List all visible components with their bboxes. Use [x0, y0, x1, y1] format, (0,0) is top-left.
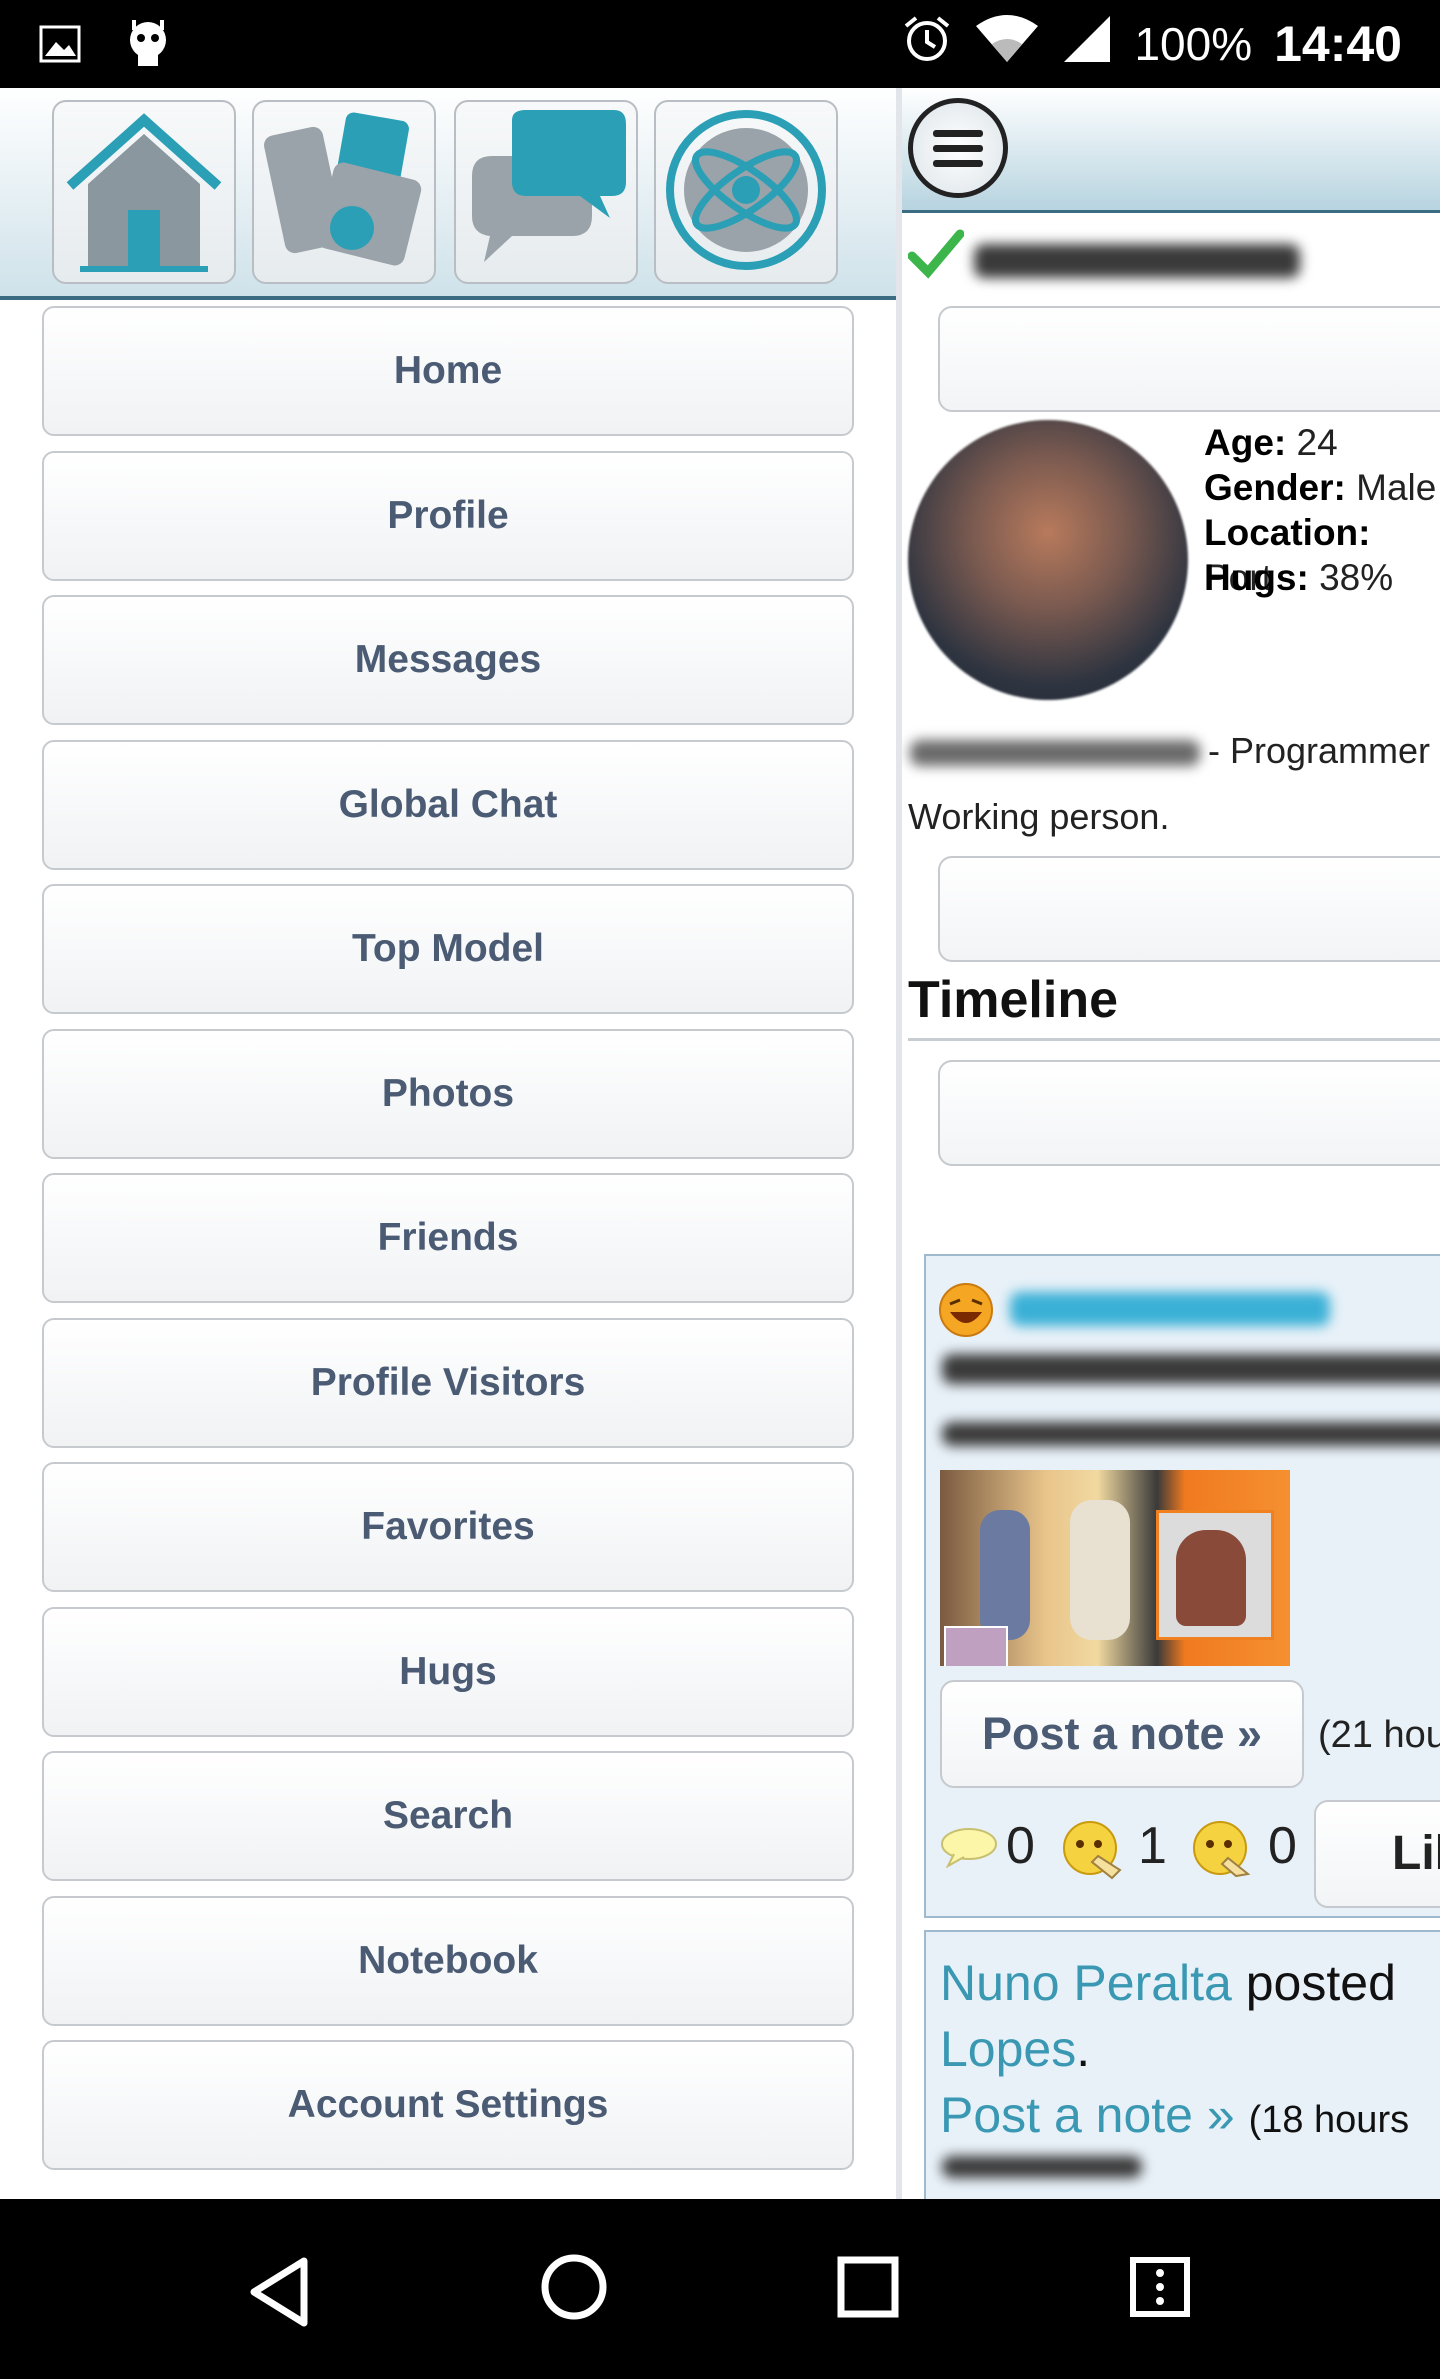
- content-header: [902, 88, 1440, 213]
- games-icon: [260, 106, 428, 279]
- like-button[interactable]: Lil: [1314, 1800, 1440, 1908]
- hamburger-menu-icon[interactable]: [908, 98, 1008, 198]
- timeline-post: Nuno Peralta posted Lopes. Post a note »…: [924, 1930, 1440, 2199]
- menu-item-account-settings[interactable]: Account Settings: [42, 2040, 854, 2170]
- hugs-value: 38%: [1308, 557, 1394, 598]
- recents-icon[interactable]: [836, 2255, 900, 2324]
- post-image[interactable]: [940, 1470, 1290, 1666]
- timeline-divider: [908, 1038, 1440, 1041]
- post-time: (21 hou: [1318, 1714, 1440, 1756]
- system-navigation-bar: [0, 2199, 1440, 2379]
- back-icon[interactable]: [248, 2257, 312, 2332]
- menu-item-friends[interactable]: Friends: [42, 1173, 854, 1303]
- post-author-redacted: [1010, 1292, 1330, 1326]
- menu-item-top-model[interactable]: Top Model: [42, 884, 854, 1014]
- post-activity-text: Nuno Peralta posted Lopes. Post a note »…: [940, 1955, 1410, 2143]
- navigation-drawer: Home Profile Messages Global Chat Top Mo…: [0, 88, 896, 2199]
- age-label: Age:: [1204, 422, 1287, 463]
- menu-item-profile-visitors[interactable]: Profile Visitors: [42, 1317, 854, 1448]
- age-row: Age: 24: [1204, 420, 1338, 465]
- menu-item-search[interactable]: Search: [42, 1751, 854, 1881]
- profile-action-button[interactable]: [938, 306, 1440, 412]
- post-text-redacted-1: [942, 1354, 1440, 1384]
- clock-time: 14:40: [1274, 16, 1402, 72]
- avatar[interactable]: [908, 420, 1188, 700]
- drawer-menu: Home Profile Messages Global Chat Top Mo…: [42, 306, 854, 2185]
- explore-tab[interactable]: [654, 100, 838, 284]
- post-verb: posted: [1231, 1955, 1396, 2011]
- menu-item-photos[interactable]: Photos: [42, 1028, 854, 1159]
- username-redacted: [974, 244, 1300, 278]
- menu-item-profile[interactable]: Profile: [42, 450, 854, 581]
- status-bar: 100% 14:40: [0, 0, 1440, 88]
- drawer-tab-bar: [0, 88, 896, 300]
- image-icon: [38, 22, 82, 71]
- age-value: 24: [1286, 422, 1338, 463]
- menu-item-notebook[interactable]: Notebook: [42, 1895, 854, 2026]
- hug-back-emoji-icon: [1192, 1818, 1254, 1885]
- menu-item-messages[interactable]: Messages: [42, 595, 854, 725]
- menu-item-favorites[interactable]: Favorites: [42, 1462, 854, 1592]
- post-target-link[interactable]: Lopes: [940, 2021, 1076, 2077]
- gender-label: Gender:: [1204, 467, 1346, 508]
- post-text-redacted-2: [942, 1422, 1440, 1446]
- signal-icon: [1062, 14, 1112, 75]
- post-time: (18 hours: [1248, 2099, 1410, 2141]
- hugs-label: Hugs:: [1204, 557, 1309, 598]
- menu-item-hugs[interactable]: Hugs: [42, 1606, 854, 1737]
- gender-value: Male: [1345, 467, 1437, 508]
- verified-check-icon: [907, 226, 965, 287]
- timeline-compose-button[interactable]: [938, 1060, 1440, 1166]
- planet-icon: [662, 106, 830, 279]
- home-tab[interactable]: [52, 100, 236, 284]
- android-icon: [124, 18, 172, 75]
- timeline-title: Timeline: [908, 971, 1119, 1029]
- laughing-emoji-icon: [938, 1282, 994, 1343]
- home-circle-icon[interactable]: [540, 2253, 608, 2326]
- like-count: 1: [1138, 1817, 1167, 1875]
- comment-bubble-icon: [940, 1826, 998, 1873]
- overflow-menu-icon[interactable]: [1128, 2255, 1192, 2324]
- menu-item-global-chat[interactable]: Global Chat: [42, 739, 854, 870]
- location-label: Location:: [1204, 512, 1371, 553]
- profile-secondary-button[interactable]: [938, 856, 1440, 962]
- gender-row: Gender: Male: [1204, 465, 1436, 510]
- name-redacted: [910, 740, 1200, 766]
- hugs-row: Hugs: 38%: [1204, 555, 1393, 600]
- profile-page: Age: 24 Gender: Male Location: Port Hugs…: [902, 88, 1440, 2199]
- timeline-post: Post a note » (21 hou 0 1 0 Lil: [924, 1254, 1440, 1918]
- battery-level: 100%: [1134, 18, 1253, 70]
- post-snippet-redacted: [942, 2156, 1142, 2178]
- chat-icon: [462, 106, 630, 279]
- post-a-note-link[interactable]: Post a note »: [940, 2087, 1235, 2143]
- post-author-link[interactable]: Nuno Peralta: [940, 1955, 1232, 2011]
- wifi-icon: [974, 14, 1040, 75]
- post-a-note-label: Post a note »: [981, 1708, 1263, 1759]
- menu-item-home[interactable]: Home: [42, 306, 854, 436]
- occupation-text: - Programmer: [1208, 730, 1431, 771]
- chat-tab[interactable]: [454, 100, 638, 284]
- alarm-icon: [902, 14, 952, 75]
- comment-count: 0: [1006, 1817, 1035, 1875]
- hug-emoji-icon: [1062, 1818, 1124, 1885]
- games-tab[interactable]: [252, 100, 436, 284]
- home-icon: [60, 106, 228, 279]
- bio-text: Working person.: [908, 796, 1170, 837]
- dislike-count: 0: [1268, 1817, 1297, 1875]
- like-button-label: Lil: [1392, 1827, 1440, 1880]
- post-a-note-button[interactable]: Post a note »: [940, 1680, 1304, 1788]
